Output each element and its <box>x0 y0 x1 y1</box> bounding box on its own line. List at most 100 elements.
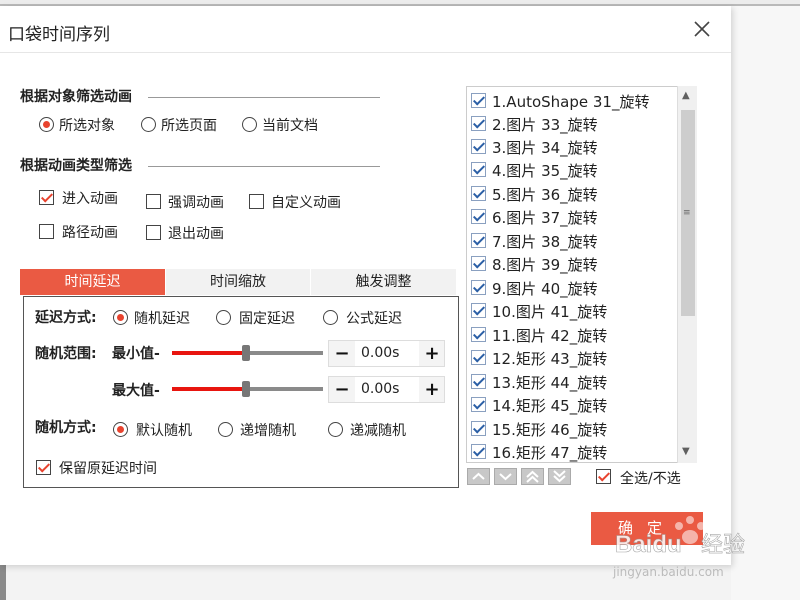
item-checkbox[interactable] <box>471 374 486 389</box>
move-top-button[interactable] <box>521 468 544 485</box>
checkbox-label: 强调动画 <box>168 195 224 211</box>
tab-trigger-adjust[interactable]: 触发调整 <box>311 269 456 295</box>
radio-label: 所选页面 <box>161 118 217 134</box>
item-label: 4.图片 35_旋转 <box>492 162 598 180</box>
item-checkbox[interactable] <box>471 421 486 436</box>
min-slider-track[interactable] <box>245 351 323 355</box>
list-item[interactable]: 16.矩形 47_旋转 <box>467 440 677 462</box>
list-item[interactable]: 4.图片 35_旋转 <box>467 158 677 181</box>
item-checkbox[interactable] <box>471 233 486 248</box>
min-value-input[interactable]: 0.00s <box>355 341 419 366</box>
section-divider <box>148 166 380 167</box>
item-label: 13.矩形 44_旋转 <box>492 374 608 392</box>
list-item[interactable]: 5.图片 36_旋转 <box>467 182 677 205</box>
ok-button[interactable]: 确定 <box>591 512 703 545</box>
radio-decreasing-random[interactable] <box>328 422 343 437</box>
list-item[interactable]: 6.图片 37_旋转 <box>467 205 677 228</box>
grip-icon: ≡ <box>683 208 691 218</box>
list-scrollbar[interactable]: ▲ ≡ ▼ <box>677 86 697 463</box>
list-item[interactable]: 12.矩形 43_旋转 <box>467 346 677 369</box>
list-item[interactable]: 10.图片 41_旋转 <box>467 299 677 322</box>
list-item[interactable]: 1.AutoShape 31_旋转 <box>467 89 677 112</box>
list-item[interactable]: 11.图片 42_旋转 <box>467 323 677 346</box>
tab-time-delay[interactable]: 时间延迟 <box>20 269 165 295</box>
max-value-input[interactable]: 0.00s <box>355 377 419 402</box>
radio-label: 当前文档 <box>262 118 318 134</box>
item-checkbox[interactable] <box>471 350 486 365</box>
item-checkbox[interactable] <box>471 256 486 271</box>
checkbox-custom[interactable] <box>249 194 264 209</box>
move-up-button[interactable] <box>467 468 490 485</box>
list-item[interactable]: 14.矩形 45_旋转 <box>467 393 677 416</box>
item-label: 14.矩形 45_旋转 <box>492 397 608 415</box>
item-checkbox[interactable] <box>471 303 486 318</box>
move-down-button[interactable] <box>494 468 517 485</box>
random-range-label: 随机范围: <box>35 346 97 362</box>
radio-current-document[interactable] <box>242 117 257 132</box>
min-stepper: − 0.00s + <box>328 340 445 367</box>
radio-selected-page[interactable] <box>141 117 156 132</box>
radio-random-delay[interactable] <box>113 310 128 325</box>
checkbox-label: 自定义动画 <box>271 195 341 211</box>
max-stepper: − 0.00s + <box>328 376 445 403</box>
min-slider-thumb[interactable] <box>242 345 250 361</box>
max-decrement-button[interactable]: − <box>329 377 355 402</box>
item-label: 9.图片 40_旋转 <box>492 280 598 298</box>
radio-label: 公式延迟 <box>346 311 402 327</box>
list-item[interactable]: 13.矩形 44_旋转 <box>467 370 677 393</box>
item-checkbox[interactable] <box>471 139 486 154</box>
checkbox-emphasis[interactable] <box>146 194 161 209</box>
radio-fixed-delay[interactable] <box>216 310 231 325</box>
item-label: 11.图片 42_旋转 <box>492 327 608 345</box>
animation-list[interactable]: 1.AutoShape 31_旋转 2.图片 33_旋转 3.图片 34_旋转 … <box>466 86 697 463</box>
max-slider-thumb[interactable] <box>242 381 250 397</box>
double-chevron-down-icon <box>553 470 566 483</box>
delay-mode-label: 延迟方式: <box>35 310 97 326</box>
close-button[interactable] <box>689 16 715 42</box>
radio-increasing-random[interactable] <box>218 422 233 437</box>
scroll-down-icon[interactable]: ▼ <box>682 446 690 457</box>
list-item[interactable]: 3.图片 34_旋转 <box>467 135 677 158</box>
checkbox-path[interactable] <box>39 224 54 239</box>
item-label: 1.AutoShape 31_旋转 <box>492 93 650 111</box>
radio-label: 所选对象 <box>59 118 115 134</box>
random-mode-label: 随机方式: <box>35 420 97 436</box>
item-checkbox[interactable] <box>471 186 486 201</box>
chevron-up-icon <box>472 472 485 480</box>
item-checkbox[interactable] <box>471 280 486 295</box>
keep-original-label: 保留原延迟时间 <box>59 461 157 477</box>
radio-selected-object[interactable] <box>39 117 54 132</box>
checkbox-entrance[interactable] <box>39 190 54 205</box>
tab-time-scale[interactable]: 时间缩放 <box>166 269 310 295</box>
max-slider-track[interactable] <box>245 387 323 391</box>
scroll-up-icon[interactable]: ▲ <box>682 90 690 101</box>
item-checkbox[interactable] <box>471 116 486 131</box>
item-label: 12.矩形 43_旋转 <box>492 350 608 368</box>
list-item[interactable]: 8.图片 39_旋转 <box>467 252 677 275</box>
select-all-checkbox[interactable] <box>596 469 611 484</box>
double-chevron-up-icon <box>526 470 539 483</box>
item-checkbox[interactable] <box>471 327 486 342</box>
item-checkbox[interactable] <box>471 93 486 108</box>
item-checkbox[interactable] <box>471 209 486 224</box>
chevron-down-icon <box>499 473 512 481</box>
radio-label: 默认随机 <box>136 423 192 439</box>
min-increment-button[interactable]: + <box>419 341 445 366</box>
max-increment-button[interactable]: + <box>419 377 445 402</box>
radio-default-random[interactable] <box>113 422 128 437</box>
item-checkbox[interactable] <box>471 444 486 459</box>
radio-formula-delay[interactable] <box>323 310 338 325</box>
list-item[interactable]: 7.图片 38_旋转 <box>467 229 677 252</box>
list-item[interactable]: 9.图片 40_旋转 <box>467 276 677 299</box>
list-item[interactable]: 15.矩形 46_旋转 <box>467 417 677 440</box>
list-item[interactable]: 2.图片 33_旋转 <box>467 112 677 135</box>
checkbox-label: 路径动画 <box>62 225 118 241</box>
move-bottom-button[interactable] <box>548 468 571 485</box>
item-checkbox[interactable] <box>471 397 486 412</box>
item-checkbox[interactable] <box>471 162 486 177</box>
checkbox-exit[interactable] <box>146 225 161 240</box>
min-slider-fill <box>172 351 245 355</box>
min-decrement-button[interactable]: − <box>329 341 355 366</box>
radio-label: 递增随机 <box>240 423 296 439</box>
keep-original-checkbox[interactable] <box>36 460 51 475</box>
